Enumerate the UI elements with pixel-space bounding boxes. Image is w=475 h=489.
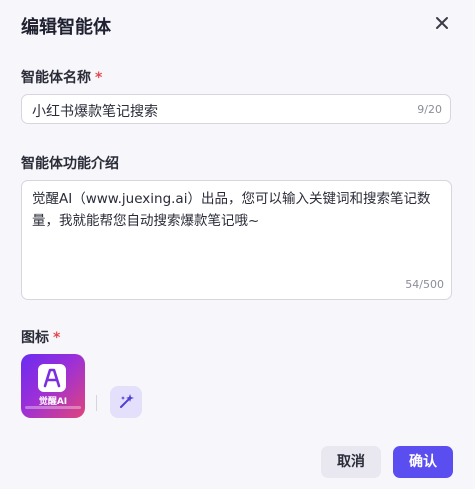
agent-name-value: 小红书爆款笔记搜索 xyxy=(32,104,158,120)
logo-mark-icon xyxy=(43,368,61,388)
required-mark: * xyxy=(53,330,61,346)
cancel-button[interactable]: 取消 xyxy=(321,446,381,478)
agent-icon-image[interactable]: 觉醒AI xyxy=(21,354,85,418)
logo-tagline-bar xyxy=(25,406,81,409)
description-char-count: 54/500 xyxy=(405,278,444,291)
agent-description-value: 觉醒AI（www.juexing.ai）出品，您可以输入关键词和搜索笔记数量，我… xyxy=(32,191,431,229)
icon-label-text: 图标 xyxy=(21,330,49,346)
confirm-button[interactable]: 确认 xyxy=(393,446,453,478)
logo-tile xyxy=(38,364,66,392)
name-label-text: 智能体名称 xyxy=(21,70,91,86)
name-field-label: 智能体名称 * xyxy=(21,67,102,87)
name-char-count: 9/20 xyxy=(417,103,442,116)
edit-agent-dialog: 编辑智能体 智能体名称 * 小红书爆款笔记搜索 9/20 智能体功能介绍 觉醒AI… xyxy=(0,0,475,489)
required-mark: * xyxy=(95,70,103,86)
agent-name-input[interactable]: 小红书爆款笔记搜索 9/20 xyxy=(21,94,451,124)
divider xyxy=(96,395,97,411)
close-icon[interactable] xyxy=(431,12,453,34)
description-field-label: 智能体功能介绍 xyxy=(21,156,119,172)
icon-field-label: 图标 * xyxy=(21,327,60,347)
sparkle-icon[interactable] xyxy=(110,386,142,418)
agent-description-textarea[interactable]: 觉醒AI（www.juexing.ai）出品，您可以输入关键词和搜索笔记数量，我… xyxy=(21,180,452,300)
dialog-title: 编辑智能体 xyxy=(21,17,111,38)
